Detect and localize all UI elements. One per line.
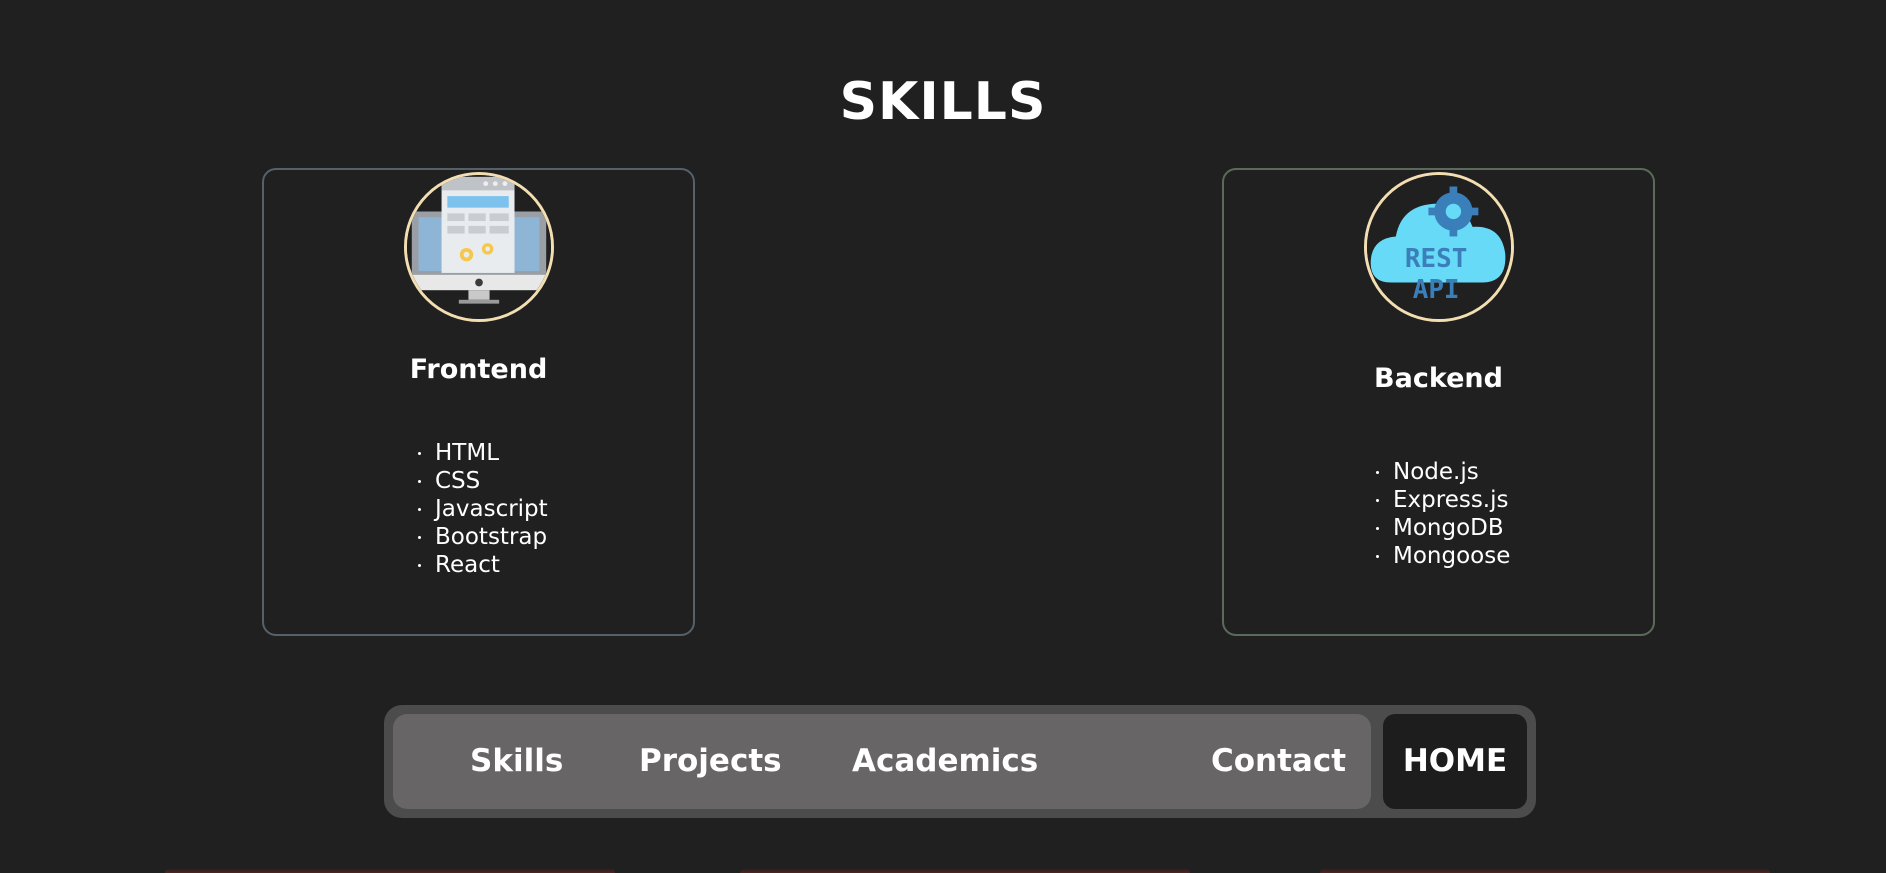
backend-title: Backend — [1374, 363, 1503, 394]
next-section-edge — [165, 868, 615, 873]
rest-icon-label: REST — [1404, 244, 1466, 274]
nav-links-group: Skills Projects Academics Contact — [393, 714, 1371, 809]
list-item: Mongoose — [1373, 542, 1510, 570]
list-item: CSS — [415, 467, 548, 495]
backend-skill-list: Node.js Express.js MongoDB Mongoose — [1373, 458, 1510, 570]
next-section-edge — [1320, 868, 1770, 873]
skills-page: SKILLS Frontend HTML CSS Javascript Boot… — [0, 0, 1886, 873]
home-button[interactable]: HOME — [1383, 714, 1527, 809]
list-item: Node.js — [1373, 458, 1510, 486]
nav-link-skills[interactable]: Skills — [470, 714, 563, 809]
frontend-card: Frontend HTML CSS Javascript Bootstrap R… — [262, 168, 695, 636]
frontend-title: Frontend — [409, 354, 548, 385]
nav-link-contact[interactable]: Contact — [1211, 714, 1346, 809]
bottom-navbar: Skills Projects Academics Contact HOME — [384, 705, 1536, 818]
list-item: MongoDB — [1373, 514, 1510, 542]
page-title: SKILLS — [839, 72, 1047, 132]
frontend-skill-list: HTML CSS Javascript Bootstrap React — [415, 439, 548, 579]
list-item: Express.js — [1373, 486, 1510, 514]
list-item: React — [415, 551, 548, 579]
list-item: Javascript — [415, 495, 548, 523]
nav-link-academics[interactable]: Academics — [852, 714, 1038, 809]
list-item: Bootstrap — [415, 523, 548, 551]
list-item: HTML — [415, 439, 548, 467]
next-section-edge — [740, 868, 1190, 873]
backend-card: REST API Backend Node.js Express.js Mong… — [1222, 168, 1655, 636]
desktop-web-design-icon — [403, 172, 554, 322]
rest-api-cloud-icon: REST API — [1363, 172, 1514, 322]
nav-link-projects[interactable]: Projects — [639, 714, 782, 809]
api-icon-label: API — [1412, 275, 1459, 305]
